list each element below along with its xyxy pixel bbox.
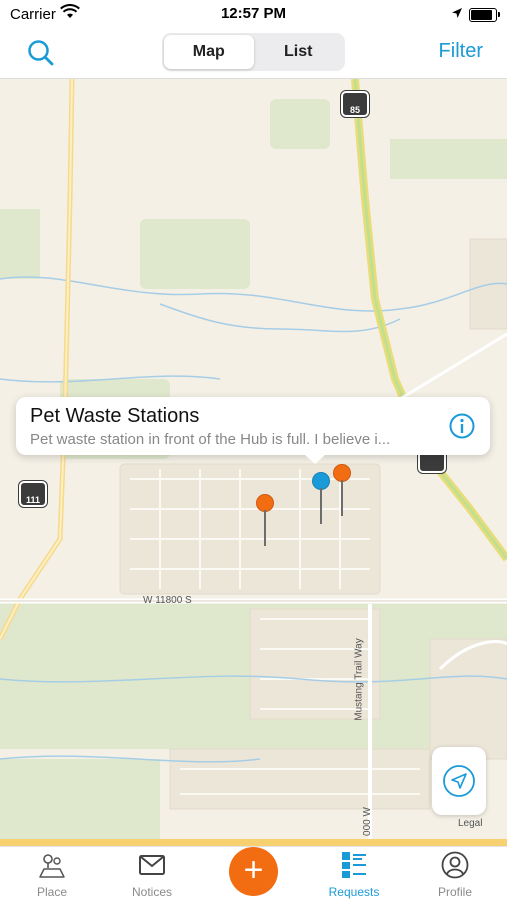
tab-requests-label: Requests xyxy=(328,885,380,899)
tab-requests[interactable]: Requests xyxy=(304,847,404,901)
requests-list-icon xyxy=(342,852,366,878)
callout-title: Pet Waste Stations xyxy=(30,405,200,427)
road-label-mustang: Mustang Trail Way xyxy=(353,638,365,721)
battery-icon xyxy=(469,8,500,22)
location-services-icon xyxy=(451,6,463,23)
road-label-1000w: 000 W xyxy=(361,807,373,836)
list-segment[interactable]: List xyxy=(254,35,344,69)
highway-111-shield: 111 xyxy=(19,481,47,507)
tab-profile-label: Profile xyxy=(437,885,472,899)
envelope-icon xyxy=(139,855,165,875)
tab-notices[interactable]: Notices xyxy=(102,847,202,901)
pin-needle xyxy=(264,510,266,546)
status-bar: Carrier 12:57 PM xyxy=(0,0,507,30)
pin-needle xyxy=(341,480,343,516)
navigation-arrow-icon xyxy=(443,765,475,797)
info-button[interactable] xyxy=(449,413,475,439)
view-mode-segmented-control: Map List xyxy=(162,33,345,71)
filter-button[interactable]: Filter xyxy=(439,40,483,63)
map-segment[interactable]: Map xyxy=(164,35,254,69)
map-pin-blue[interactable] xyxy=(312,472,330,532)
pin-needle xyxy=(320,488,322,524)
search-button[interactable] xyxy=(26,38,56,68)
road-label-w11800: W 11800 S xyxy=(143,595,192,606)
map-view[interactable]: W 11800 S Mustang Trail Way 000 W Legal … xyxy=(0,79,507,842)
current-location-button[interactable] xyxy=(432,747,486,815)
accent-strip xyxy=(0,839,507,846)
road-label-legal: Legal xyxy=(458,818,483,829)
highway-85-shield: 85 xyxy=(341,91,369,117)
place-icon xyxy=(39,854,65,878)
tab-place-label: Place xyxy=(36,885,68,899)
map-pin-orange-2[interactable] xyxy=(256,494,274,554)
tab-profile[interactable]: Profile xyxy=(405,847,505,901)
tab-place[interactable]: Place xyxy=(2,847,102,901)
request-callout[interactable]: Pet Waste Stations Pet waste station in … xyxy=(16,397,490,464)
info-icon xyxy=(449,413,475,439)
profile-icon xyxy=(441,851,469,879)
search-icon xyxy=(28,40,54,66)
clock: 12:57 PM xyxy=(220,5,287,22)
callout-subtitle: Pet waste station in front of the Hub is… xyxy=(30,431,391,448)
navigation-bar: Map List Filter xyxy=(0,30,507,79)
tab-notices-label: Notices xyxy=(131,885,172,899)
add-request-button[interactable]: + xyxy=(229,847,278,896)
map-pin-orange-1[interactable] xyxy=(333,464,351,524)
